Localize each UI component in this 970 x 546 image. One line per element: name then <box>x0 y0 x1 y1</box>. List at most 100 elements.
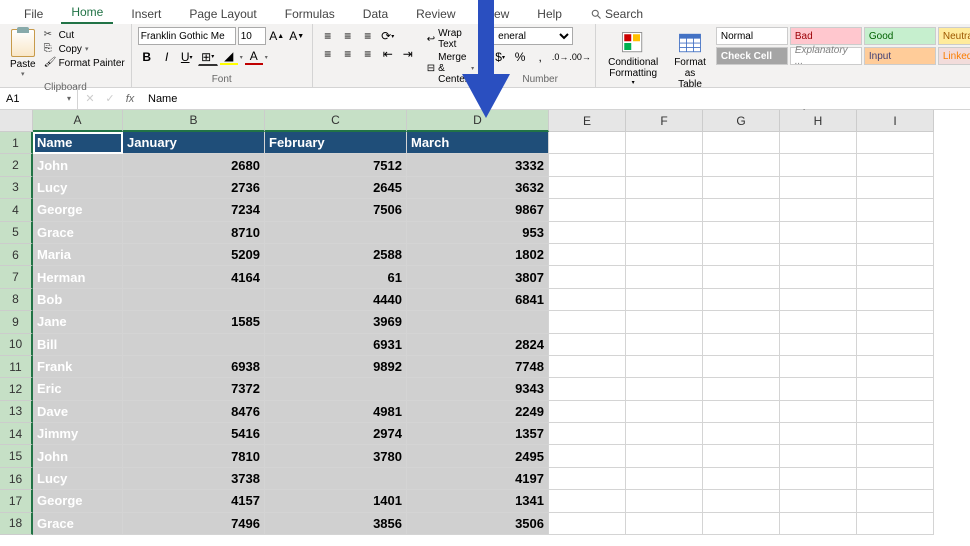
cell[interactable] <box>626 490 703 512</box>
decrease-decimal-button[interactable]: .00→ <box>571 48 589 66</box>
cell[interactable] <box>703 334 780 356</box>
cell[interactable]: Grace <box>33 222 123 244</box>
cell[interactable] <box>703 401 780 423</box>
cell[interactable]: 4197 <box>407 468 549 490</box>
row-header[interactable]: 1 <box>0 132 33 154</box>
cell[interactable]: Eric <box>33 378 123 400</box>
cell-styles-gallery[interactable]: Normal Bad Good Neutral Check Cell Expla… <box>716 27 970 65</box>
cell[interactable] <box>626 244 703 266</box>
cell[interactable] <box>780 445 857 467</box>
tab-review[interactable]: Review <box>406 4 465 24</box>
cell[interactable] <box>407 311 549 333</box>
increase-indent-button[interactable]: ⇥ <box>399 45 417 63</box>
cell[interactable]: 7512 <box>265 154 407 176</box>
cell[interactable] <box>857 199 934 221</box>
row-header[interactable]: 4 <box>0 199 33 221</box>
cell[interactable] <box>549 378 626 400</box>
cell[interactable]: 7372 <box>123 378 265 400</box>
tab-formulas[interactable]: Formulas <box>275 4 345 24</box>
cell[interactable]: 2974 <box>265 423 407 445</box>
cell[interactable]: 4440 <box>265 289 407 311</box>
cell[interactable] <box>549 222 626 244</box>
cell[interactable] <box>857 266 934 288</box>
cut-button[interactable]: ✂Cut <box>44 29 125 41</box>
cell[interactable] <box>780 490 857 512</box>
align-center-button[interactable]: ≡ <box>339 45 357 63</box>
row-header[interactable]: 8 <box>0 289 33 311</box>
cell[interactable]: 6841 <box>407 289 549 311</box>
cell[interactable]: 61 <box>265 266 407 288</box>
cell[interactable] <box>549 445 626 467</box>
cell[interactable] <box>626 401 703 423</box>
cell[interactable] <box>857 513 934 535</box>
style-input[interactable]: Input <box>864 47 936 65</box>
bold-button[interactable]: B <box>138 48 156 66</box>
cell[interactable] <box>703 289 780 311</box>
cell[interactable] <box>780 513 857 535</box>
row-header[interactable]: 7 <box>0 266 33 288</box>
cell[interactable]: 3506 <box>407 513 549 535</box>
orientation-button[interactable]: ⟳▾ <box>379 27 397 45</box>
enter-formula-button[interactable]: ✓ <box>102 92 118 105</box>
cell[interactable]: George <box>33 199 123 221</box>
cell[interactable]: 1341 <box>407 490 549 512</box>
cell[interactable]: Lucy <box>33 177 123 199</box>
underline-button[interactable]: U▾ <box>178 48 196 66</box>
cell[interactable] <box>703 199 780 221</box>
row-header[interactable]: 12 <box>0 378 33 400</box>
style-neutral[interactable]: Neutral <box>938 27 970 45</box>
row-header[interactable]: 15 <box>0 445 33 467</box>
row-header[interactable]: 10 <box>0 334 33 356</box>
cell[interactable] <box>703 266 780 288</box>
cell[interactable] <box>857 154 934 176</box>
comma-button[interactable]: , <box>531 48 549 66</box>
cell[interactable] <box>703 132 780 154</box>
cell[interactable]: 7496 <box>123 513 265 535</box>
cell[interactable] <box>857 177 934 199</box>
style-linked-cell[interactable]: Linked Cell <box>938 47 970 65</box>
cell[interactable] <box>549 244 626 266</box>
col-header-f[interactable]: F <box>626 110 703 132</box>
cell[interactable]: George <box>33 490 123 512</box>
cell[interactable]: 9867 <box>407 199 549 221</box>
cell[interactable]: 2495 <box>407 445 549 467</box>
cell[interactable]: February <box>265 132 407 154</box>
font-color-button[interactable]: A <box>245 48 263 66</box>
cell[interactable]: Bill <box>33 334 123 356</box>
cell[interactable] <box>857 132 934 154</box>
cell[interactable]: 2680 <box>123 154 265 176</box>
cell[interactable] <box>857 356 934 378</box>
cell[interactable]: 3738 <box>123 468 265 490</box>
cell[interactable] <box>626 334 703 356</box>
cell[interactable]: Jimmy <box>33 423 123 445</box>
style-check-cell[interactable]: Check Cell <box>716 47 788 65</box>
font-family-select[interactable] <box>138 27 236 45</box>
insert-function-button[interactable]: fx <box>122 93 138 105</box>
cell[interactable] <box>549 154 626 176</box>
cell[interactable]: 3332 <box>407 154 549 176</box>
cell[interactable]: 3780 <box>265 445 407 467</box>
font-size-select[interactable] <box>238 27 266 45</box>
cell[interactable]: 4164 <box>123 266 265 288</box>
select-all-corner[interactable] <box>0 110 33 132</box>
cell[interactable] <box>857 490 934 512</box>
row-header[interactable]: 14 <box>0 423 33 445</box>
row-header[interactable]: 5 <box>0 222 33 244</box>
row-header[interactable]: 6 <box>0 244 33 266</box>
cell[interactable] <box>626 513 703 535</box>
row-header[interactable]: 3 <box>0 177 33 199</box>
cell[interactable] <box>780 199 857 221</box>
cell[interactable]: 2645 <box>265 177 407 199</box>
cell[interactable]: Dave <box>33 401 123 423</box>
tab-help[interactable]: Help <box>527 4 572 24</box>
cell[interactable]: 3807 <box>407 266 549 288</box>
cell[interactable]: 5209 <box>123 244 265 266</box>
increase-decimal-button[interactable]: .0→ <box>551 48 569 66</box>
cell[interactable] <box>549 490 626 512</box>
cell[interactable]: 4981 <box>265 401 407 423</box>
copy-button[interactable]: ⎘Copy▾ <box>44 43 125 55</box>
align-left-button[interactable]: ≡ <box>319 45 337 63</box>
cell[interactable] <box>780 468 857 490</box>
cell[interactable] <box>857 244 934 266</box>
cell[interactable]: 2736 <box>123 177 265 199</box>
